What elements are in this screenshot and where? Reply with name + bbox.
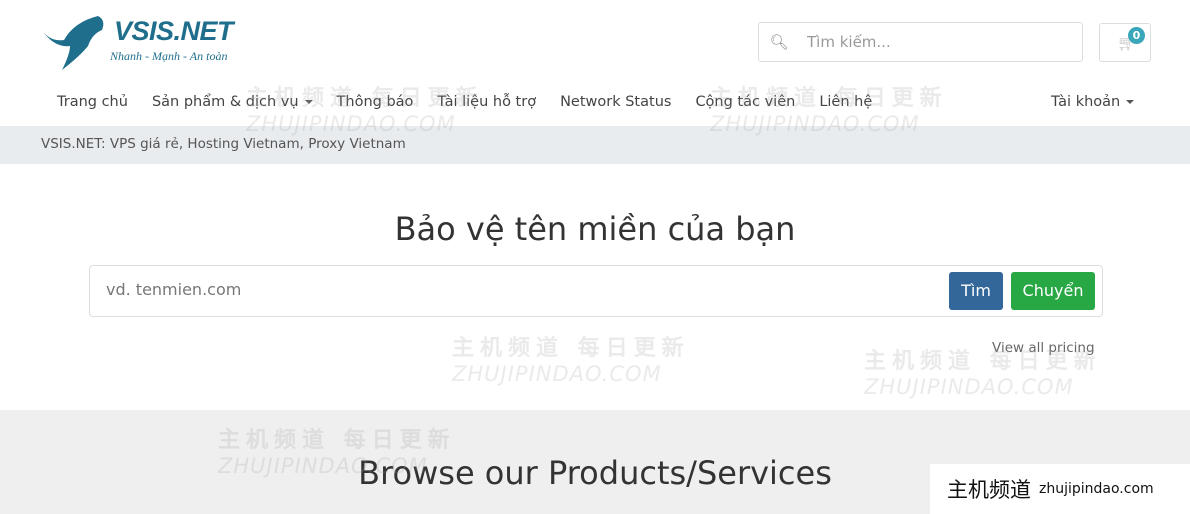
site-header: VSIS.NET Nhanh - Mạnh - An toàn 🔍︎ 🛒︎ 0 … [0,0,1190,126]
cart-button[interactable]: 🛒︎ 0 [1099,23,1151,62]
domain-title: Bảo vệ tên miền của bạn [394,210,796,248]
breadcrumb: VSIS.NET: VPS giá rẻ, Hosting Vietnam, P… [0,126,1190,164]
watermark: 主机频道 每日更新 ZHUJIPINDAO.COM [452,336,690,386]
search-input[interactable] [807,33,1067,51]
nav-products[interactable]: Sản phẩm & dịch vụ [140,94,325,110]
search-box[interactable]: 🔍︎ [758,22,1083,62]
view-all-pricing-link[interactable]: View all pricing [992,340,1095,356]
breadcrumb-text: VSIS.NET: VPS giá rẻ, Hosting Vietnam, P… [41,136,406,152]
logo[interactable]: VSIS.NET Nhanh - Mạnh - An toàn [40,12,250,72]
domain-transfer-button[interactable]: Chuyển [1011,272,1095,310]
cart-count-badge: 0 [1128,27,1145,44]
lion-logo-icon [42,16,104,70]
nav-knowledgebase[interactable]: Tài liệu hỗ trợ [425,94,548,110]
logo-text: VSIS.NET [114,16,234,46]
caret-down-icon [304,100,313,104]
search-icon: 🔍︎ [769,33,789,51]
nav-contact[interactable]: Liên hệ [807,94,884,110]
account-label: Tài khoản [1051,94,1121,110]
domain-search-form: Tìm Chuyển [89,265,1103,317]
domain-input[interactable] [106,280,926,299]
domain-search-button[interactable]: Tìm [949,272,1003,310]
nav-products-label: Sản phẩm & dịch vụ [151,94,299,110]
site-badge-cn: 主机频道 [947,478,1031,502]
site-badge-en: zhujipindao.com [1039,481,1154,497]
nav-announcements[interactable]: Thông báo [325,94,426,110]
nav-home[interactable]: Trang chủ [45,94,140,110]
caret-down-icon [1126,100,1135,104]
site-badge: 主机频道 zhujipindao.com [930,464,1190,514]
account-menu[interactable]: Tài khoản [1051,94,1135,110]
logo-tagline: Nhanh - Mạnh - An toàn [110,49,228,63]
nav-network-status[interactable]: Network Status [548,94,683,110]
nav-affiliates[interactable]: Cộng tác viên [683,94,807,110]
main-nav: Trang chủ Sản phẩm & dịch vụ Thông báo T… [45,94,884,110]
